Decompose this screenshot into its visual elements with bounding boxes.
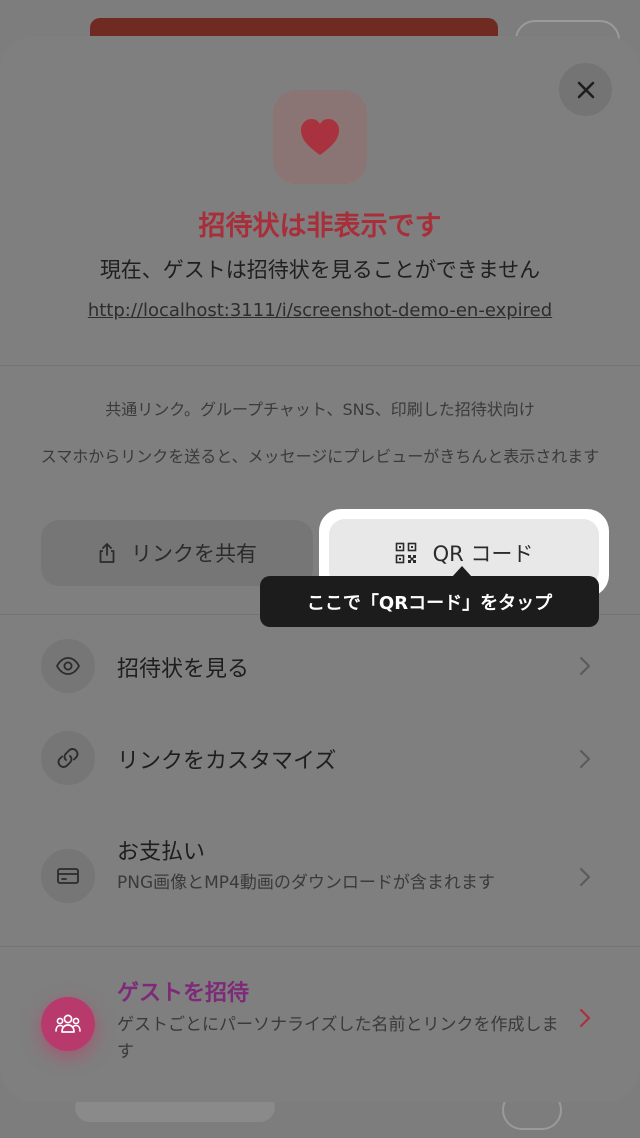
- people-icon: [55, 1014, 81, 1033]
- link-icon: [57, 748, 79, 768]
- payment-description: PNG画像とMP4動画のダウンロードが含まれます: [117, 873, 495, 893]
- close-button[interactable]: [559, 63, 612, 116]
- payment-row[interactable]: お支払い PNG画像とMP4動画のダウンロードが含まれます: [0, 826, 640, 926]
- divider: [0, 365, 640, 366]
- chevron-right-icon: [580, 750, 590, 768]
- qr-code-label: QR コード: [432, 542, 534, 566]
- status-title: 招待状は非表示です: [198, 211, 442, 242]
- status-description: 現在、ゲストは招待状を見ることができません: [99, 258, 541, 282]
- share-icon: [99, 543, 115, 563]
- chevron-right-icon: [580, 657, 590, 675]
- customize-link-icon-wrap: [41, 731, 95, 785]
- chevron-right-icon: [580, 868, 590, 886]
- close-icon: [577, 81, 594, 98]
- divider: [0, 946, 640, 947]
- credit-card-icon: [57, 868, 79, 884]
- invite-guests-icon-wrap: [41, 997, 95, 1051]
- qr-code-icon: [395, 542, 416, 564]
- eye-icon: [55, 657, 81, 675]
- view-invitation-row[interactable]: 招待状を見る: [0, 632, 640, 700]
- invite-guests-description: ゲストごとにパーソナライズした名前とリンクを作成します: [117, 1015, 559, 1062]
- view-invitation-icon-wrap: [41, 639, 95, 693]
- invite-guests-row[interactable]: ゲストを招待 ゲストごとにパーソナライズした名前とリンクを作成します: [0, 964, 640, 1074]
- customize-link-label: リンクをカスタマイズ: [117, 749, 337, 774]
- share-info-text: 共通リンク。グループチャット、SNS、印刷した招待状向け: [105, 400, 535, 419]
- heart-icon: [301, 119, 339, 155]
- share-link-label: リンクを共有: [131, 542, 257, 566]
- payment-label: お支払い: [117, 840, 206, 865]
- payment-icon-wrap: [41, 849, 95, 903]
- qr-code-tooltip: ここで「QRコード」をタップ: [260, 576, 599, 627]
- view-invitation-label: 招待状を見る: [117, 657, 250, 682]
- invitation-url-link[interactable]: http://localhost:3111/i/screenshot-demo-…: [0, 300, 640, 321]
- share-sheet: 招待状は非表示です 現在、ゲストは招待状を見ることができません http://l…: [0, 36, 640, 1102]
- invite-guests-label: ゲストを招待: [117, 981, 250, 1006]
- share-preview-note: スマホからリンクを送ると、メッセージにプレビューがきちんと表示されます: [40, 447, 600, 466]
- customize-link-row[interactable]: リンクをカスタマイズ: [0, 724, 640, 792]
- status-icon-tile: [273, 90, 367, 184]
- chevron-right-icon: [579, 1008, 591, 1028]
